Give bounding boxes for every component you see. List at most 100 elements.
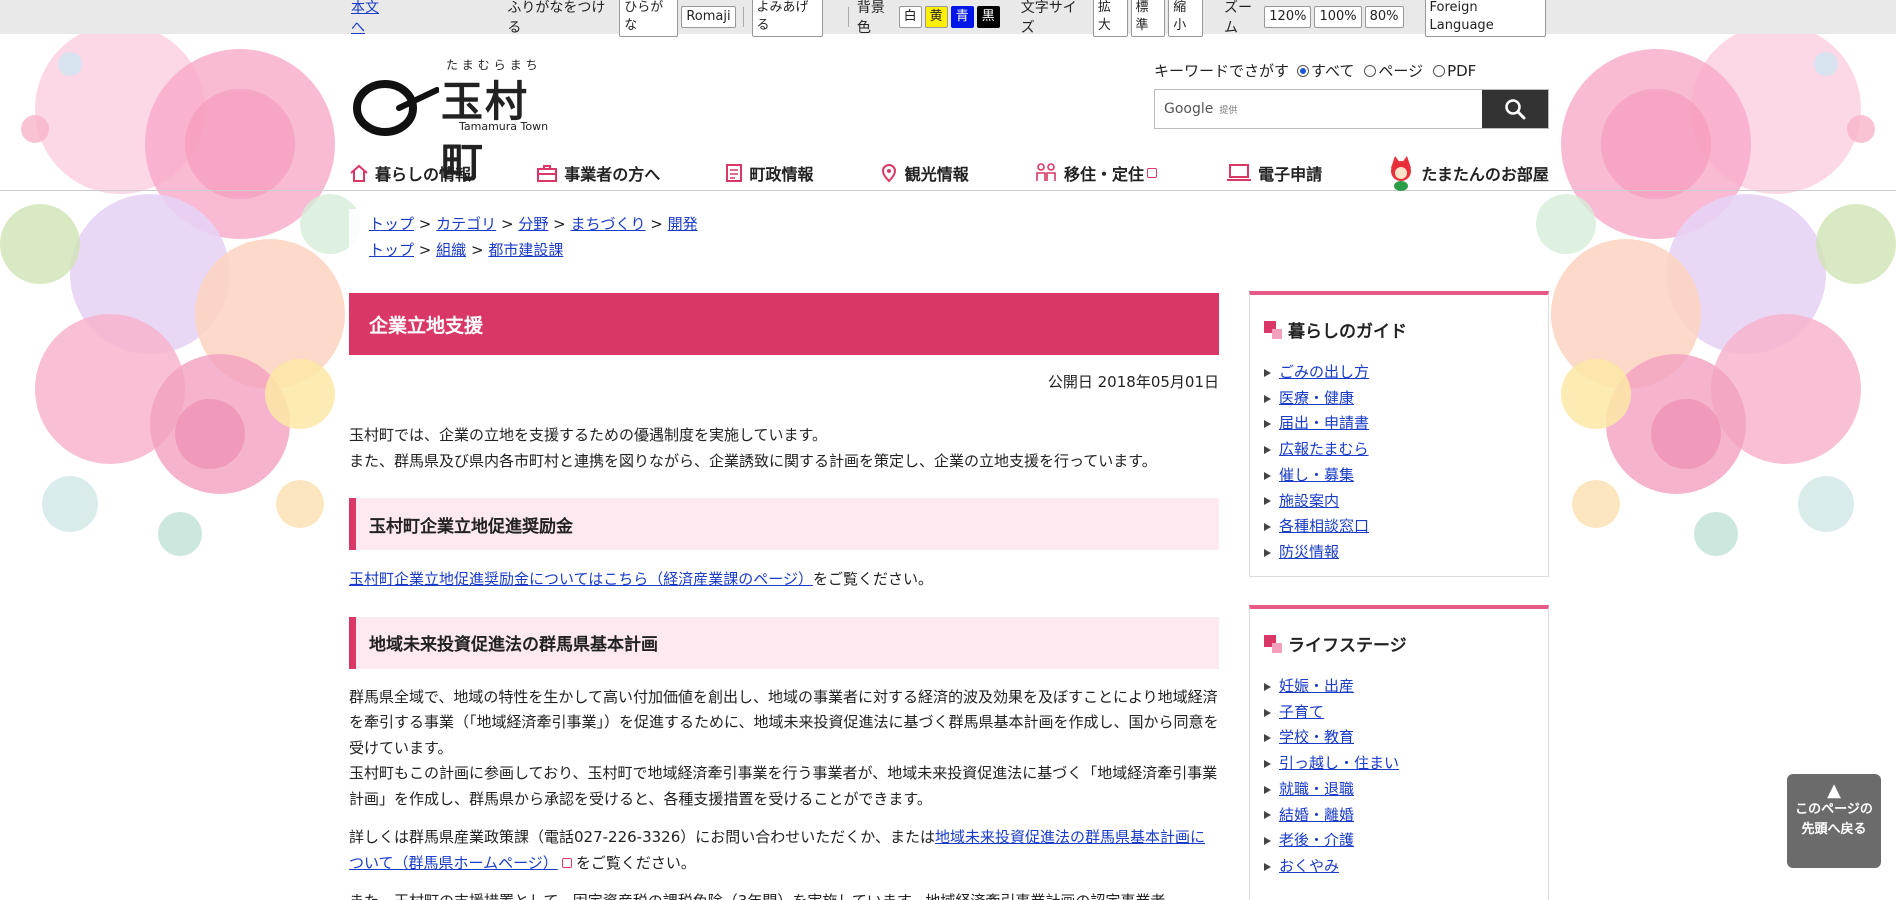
radio-icon (1433, 64, 1446, 77)
nav-migration[interactable]: 移住・定住 (1034, 154, 1161, 192)
foreign-language-group: Foreign Language (1424, 0, 1549, 37)
search-input[interactable]: Google 提供 (1155, 90, 1482, 128)
flower-decoration-left (0, 34, 360, 556)
square-bullet-icon (1264, 634, 1282, 653)
list-item: 結婚・離婚 (1264, 803, 1548, 829)
site-header: たまむらまち 玉村町 Tamamura Town キーワードでさがす すべて ペ… (349, 34, 1549, 192)
font-large-button[interactable]: 拡大 (1092, 0, 1128, 37)
list-item: 医療・健康 (1264, 386, 1548, 412)
zoom-label: ズーム (1223, 0, 1252, 36)
sidebar-guide: 暮らしのガイド ごみの出し方 医療・健康 届出・申請書 広報たまむら 催し・募集… (1249, 291, 1549, 577)
font-normal-button[interactable]: 標準 (1130, 0, 1166, 37)
crumb-link[interactable]: カテゴリ (436, 215, 496, 233)
divider (847, 7, 849, 27)
crumb-link[interactable]: 分野 (518, 215, 548, 233)
site-search: キーワードでさがす すべて ページ PDF Google 提供 (1154, 60, 1549, 129)
read-aloud-button[interactable]: よみあげる (751, 0, 823, 37)
nav-apply[interactable]: 電子申請 (1226, 154, 1322, 192)
lifestage-list: 妊娠・出産 子育て 学校・教育 引っ越し・住まい 就職・退職 結婚・離婚 老後・… (1264, 674, 1548, 880)
flower-decoration-right (1536, 34, 1896, 556)
divider (742, 7, 744, 27)
external-link-icon (561, 858, 572, 868)
guide-list: ごみの出し方 医療・健康 届出・申請書 広報たまむら 催し・募集 施設案内 各種… (1264, 360, 1548, 566)
bg-black-button[interactable]: 黒 (976, 6, 1000, 28)
sidebar-title: 暮らしのガイド (1264, 317, 1548, 342)
list-item: 妊娠・出産 (1264, 674, 1548, 700)
nav-tamatan[interactable]: たまたんのお部屋 (1387, 154, 1549, 192)
radio-icon (1297, 64, 1310, 77)
section-heading: 玉村町企業立地促進奨励金 (349, 498, 1219, 550)
nav-life[interactable]: 暮らしの情報 (349, 154, 471, 192)
nav-town[interactable]: 町政情報 (725, 154, 813, 192)
document-icon (726, 164, 743, 182)
search-scope: キーワードでさがす すべて ページ PDF (1154, 60, 1549, 81)
section-body: 玉村町企業立地促進奨励金についてはこちら（経済産業課のページ）をご覧ください。 (349, 570, 933, 588)
zoom-100-button[interactable]: 100% (1314, 6, 1362, 28)
bg-color-label: 背景色 (856, 0, 885, 36)
list-item: 広報たまむら (1264, 437, 1548, 463)
up-arrow-icon: ▲ (1827, 780, 1841, 801)
crumb-link[interactable]: トップ (369, 215, 414, 233)
list-item: 催し・募集 (1264, 463, 1548, 489)
list-item: おくやみ (1264, 854, 1548, 880)
romaji-button[interactable]: Romaji (681, 6, 736, 28)
sidebar-lifestage: ライフステージ 妊娠・出産 子育て 学校・教育 引っ越し・住まい 就職・退職 結… (1249, 605, 1549, 900)
list-item: 就職・退職 (1264, 777, 1548, 803)
crumb-link[interactable]: まちづくり (570, 215, 645, 233)
search-scope-pdf[interactable]: PDF (1433, 62, 1476, 80)
tamatan-mascot-icon (1391, 156, 1412, 191)
back-to-top-button[interactable]: ▲ このページの 先頭へ戻る (1787, 774, 1881, 868)
crumb-link[interactable]: 都市建設課 (488, 241, 563, 259)
crumb-link[interactable]: 組織 (436, 241, 466, 259)
map-pin-icon (881, 164, 896, 183)
search-scope-page[interactable]: ページ (1364, 60, 1423, 81)
breadcrumb-row-1: トップ > カテゴリ > 分野 > まちづくり > 開発 (369, 215, 698, 233)
breadcrumb: トップ > カテゴリ > 分野 > まちづくり > 開発 トップ > 組織 > … (349, 209, 719, 265)
search-box: Google 提供 (1154, 89, 1549, 129)
family-icon (1036, 163, 1056, 181)
list-item: 各種相談窓口 (1264, 514, 1548, 540)
site-logo[interactable]: たまむらまち 玉村町 Tamamura Town (349, 56, 569, 187)
list-item: 学校・教育 (1264, 725, 1548, 751)
search-label: キーワードでさがす (1154, 62, 1290, 80)
laptop-icon (1227, 164, 1252, 181)
list-item: 引っ越し・住まい (1264, 751, 1548, 777)
search-button[interactable] (1482, 90, 1548, 128)
section-body: また、玉村町の支援措置として、固定資産税の課税免除（3年間）を実施しています。地… (349, 889, 1219, 900)
hiragana-button[interactable]: ひらがな (619, 0, 679, 37)
zoom-120-button[interactable]: 120% (1264, 6, 1312, 28)
zoom-group: ズーム 120% 100% 80% (1224, 0, 1407, 37)
foreign-language-button[interactable]: Foreign Language (1424, 0, 1546, 37)
page-title: 企業立地支援 (349, 293, 1219, 355)
town-emblem-icon (353, 80, 439, 136)
house-icon (350, 164, 368, 182)
furigana-label: ふりがなをつける (507, 0, 606, 36)
accessibility-bar: 本文へ ふりがなをつける ひらがな Romaji よみあげる 背景色 白 黄 青… (0, 0, 1896, 37)
list-item: 届出・申請書 (1264, 411, 1548, 437)
intro-text: 玉村町では、企業の立地を支援するための優遇制度を実施しています。 また、群馬県及… (349, 426, 1157, 470)
skip-to-content-link[interactable]: 本文へ (351, 0, 391, 37)
list-item: 防災情報 (1264, 540, 1548, 566)
nav-business[interactable]: 事業者の方へ (536, 154, 660, 192)
external-link-icon (1146, 168, 1157, 178)
global-nav: 暮らしの情報 事業者の方へ 町政情報 観光情報 移住・定住 電子申請 たまたんの… (349, 154, 1549, 192)
bg-blue-button[interactable]: 青 (950, 6, 974, 28)
square-bullet-icon (1264, 320, 1282, 339)
font-small-button[interactable]: 縮小 (1168, 0, 1203, 37)
bg-white-button[interactable]: 白 (898, 6, 922, 28)
search-icon (1505, 99, 1526, 120)
bg-color-group: 背景色 白 黄 青 黒 (844, 0, 1003, 37)
zoom-80-button[interactable]: 80% (1364, 6, 1404, 28)
font-size-label: 文字サイズ (1020, 0, 1077, 36)
crumb-link[interactable]: 開発 (668, 215, 698, 233)
list-item: 子育て (1264, 700, 1548, 726)
publish-date: 公開日 2018年05月01日 (1047, 373, 1219, 391)
incentive-link[interactable]: 玉村町企業立地促進奨励金についてはこちら（経済産業課のページ） (349, 570, 813, 588)
section-body: 群馬県全域で、地域の特性を生かして高い付加価値を創出し、地域の事業者に対する経済… (349, 687, 1219, 808)
section-body: 詳しくは群馬県産業政策課（電話027-226-3326）にお問い合わせいただくか… (349, 828, 1205, 872)
logo-roman: Tamamura Town (459, 120, 549, 133)
bg-yellow-button[interactable]: 黄 (924, 6, 948, 28)
nav-tourism[interactable]: 観光情報 (879, 154, 969, 192)
search-scope-all[interactable]: すべて (1297, 60, 1354, 81)
crumb-link[interactable]: トップ (369, 241, 414, 259)
